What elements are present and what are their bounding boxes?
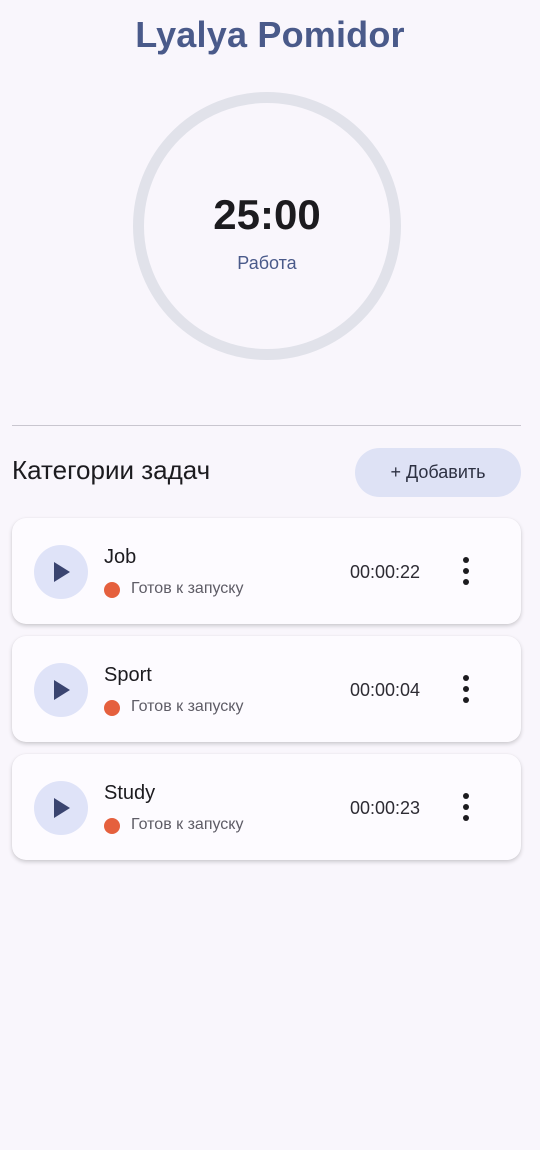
timer-time: 25:00 [213, 191, 321, 238]
status-dot [104, 582, 120, 598]
divider [12, 425, 521, 426]
category-name: Study [104, 782, 156, 804]
add-category-button[interactable]: + Добавить [355, 448, 521, 497]
play-button[interactable] [34, 663, 88, 717]
category-elapsed-time: 00:00:22 [350, 562, 421, 582]
play-icon [54, 562, 70, 582]
category-card-study[interactable]: Study Готов к запуску 00:00:23 [12, 754, 521, 860]
play-button[interactable] [34, 781, 88, 835]
play-icon [54, 680, 70, 700]
category-elapsed-time: 00:00:04 [350, 680, 421, 700]
category-elapsed-time: 00:00:23 [350, 798, 421, 818]
play-icon [54, 798, 70, 818]
category-status: Готов к запуску [131, 580, 244, 597]
categories-title: Категории задач [12, 455, 211, 485]
category-name: Job [104, 546, 137, 568]
timer-ring[interactable]: 25:00 Работа [133, 92, 401, 360]
more-vert-icon[interactable] [454, 792, 478, 822]
status-dot [104, 700, 120, 716]
category-card-sport[interactable]: Sport Готов к запуску 00:00:04 [12, 636, 521, 742]
status-dot [104, 818, 120, 834]
category-status: Готов к запуску [131, 698, 244, 715]
app-title: Lyalya Pomidor [135, 14, 405, 55]
category-name: Sport [104, 664, 152, 686]
app-screen: Lyalya Pomidor 25:00 Работа Категории за… [0, 0, 540, 1150]
timer-mode-label: Работа [237, 253, 297, 273]
category-card-job[interactable]: Job Готов к запуску 00:00:22 [12, 518, 521, 624]
play-button[interactable] [34, 545, 88, 599]
category-status: Готов к запуску [131, 816, 244, 833]
more-vert-icon[interactable] [454, 556, 478, 586]
more-vert-icon[interactable] [454, 674, 478, 704]
